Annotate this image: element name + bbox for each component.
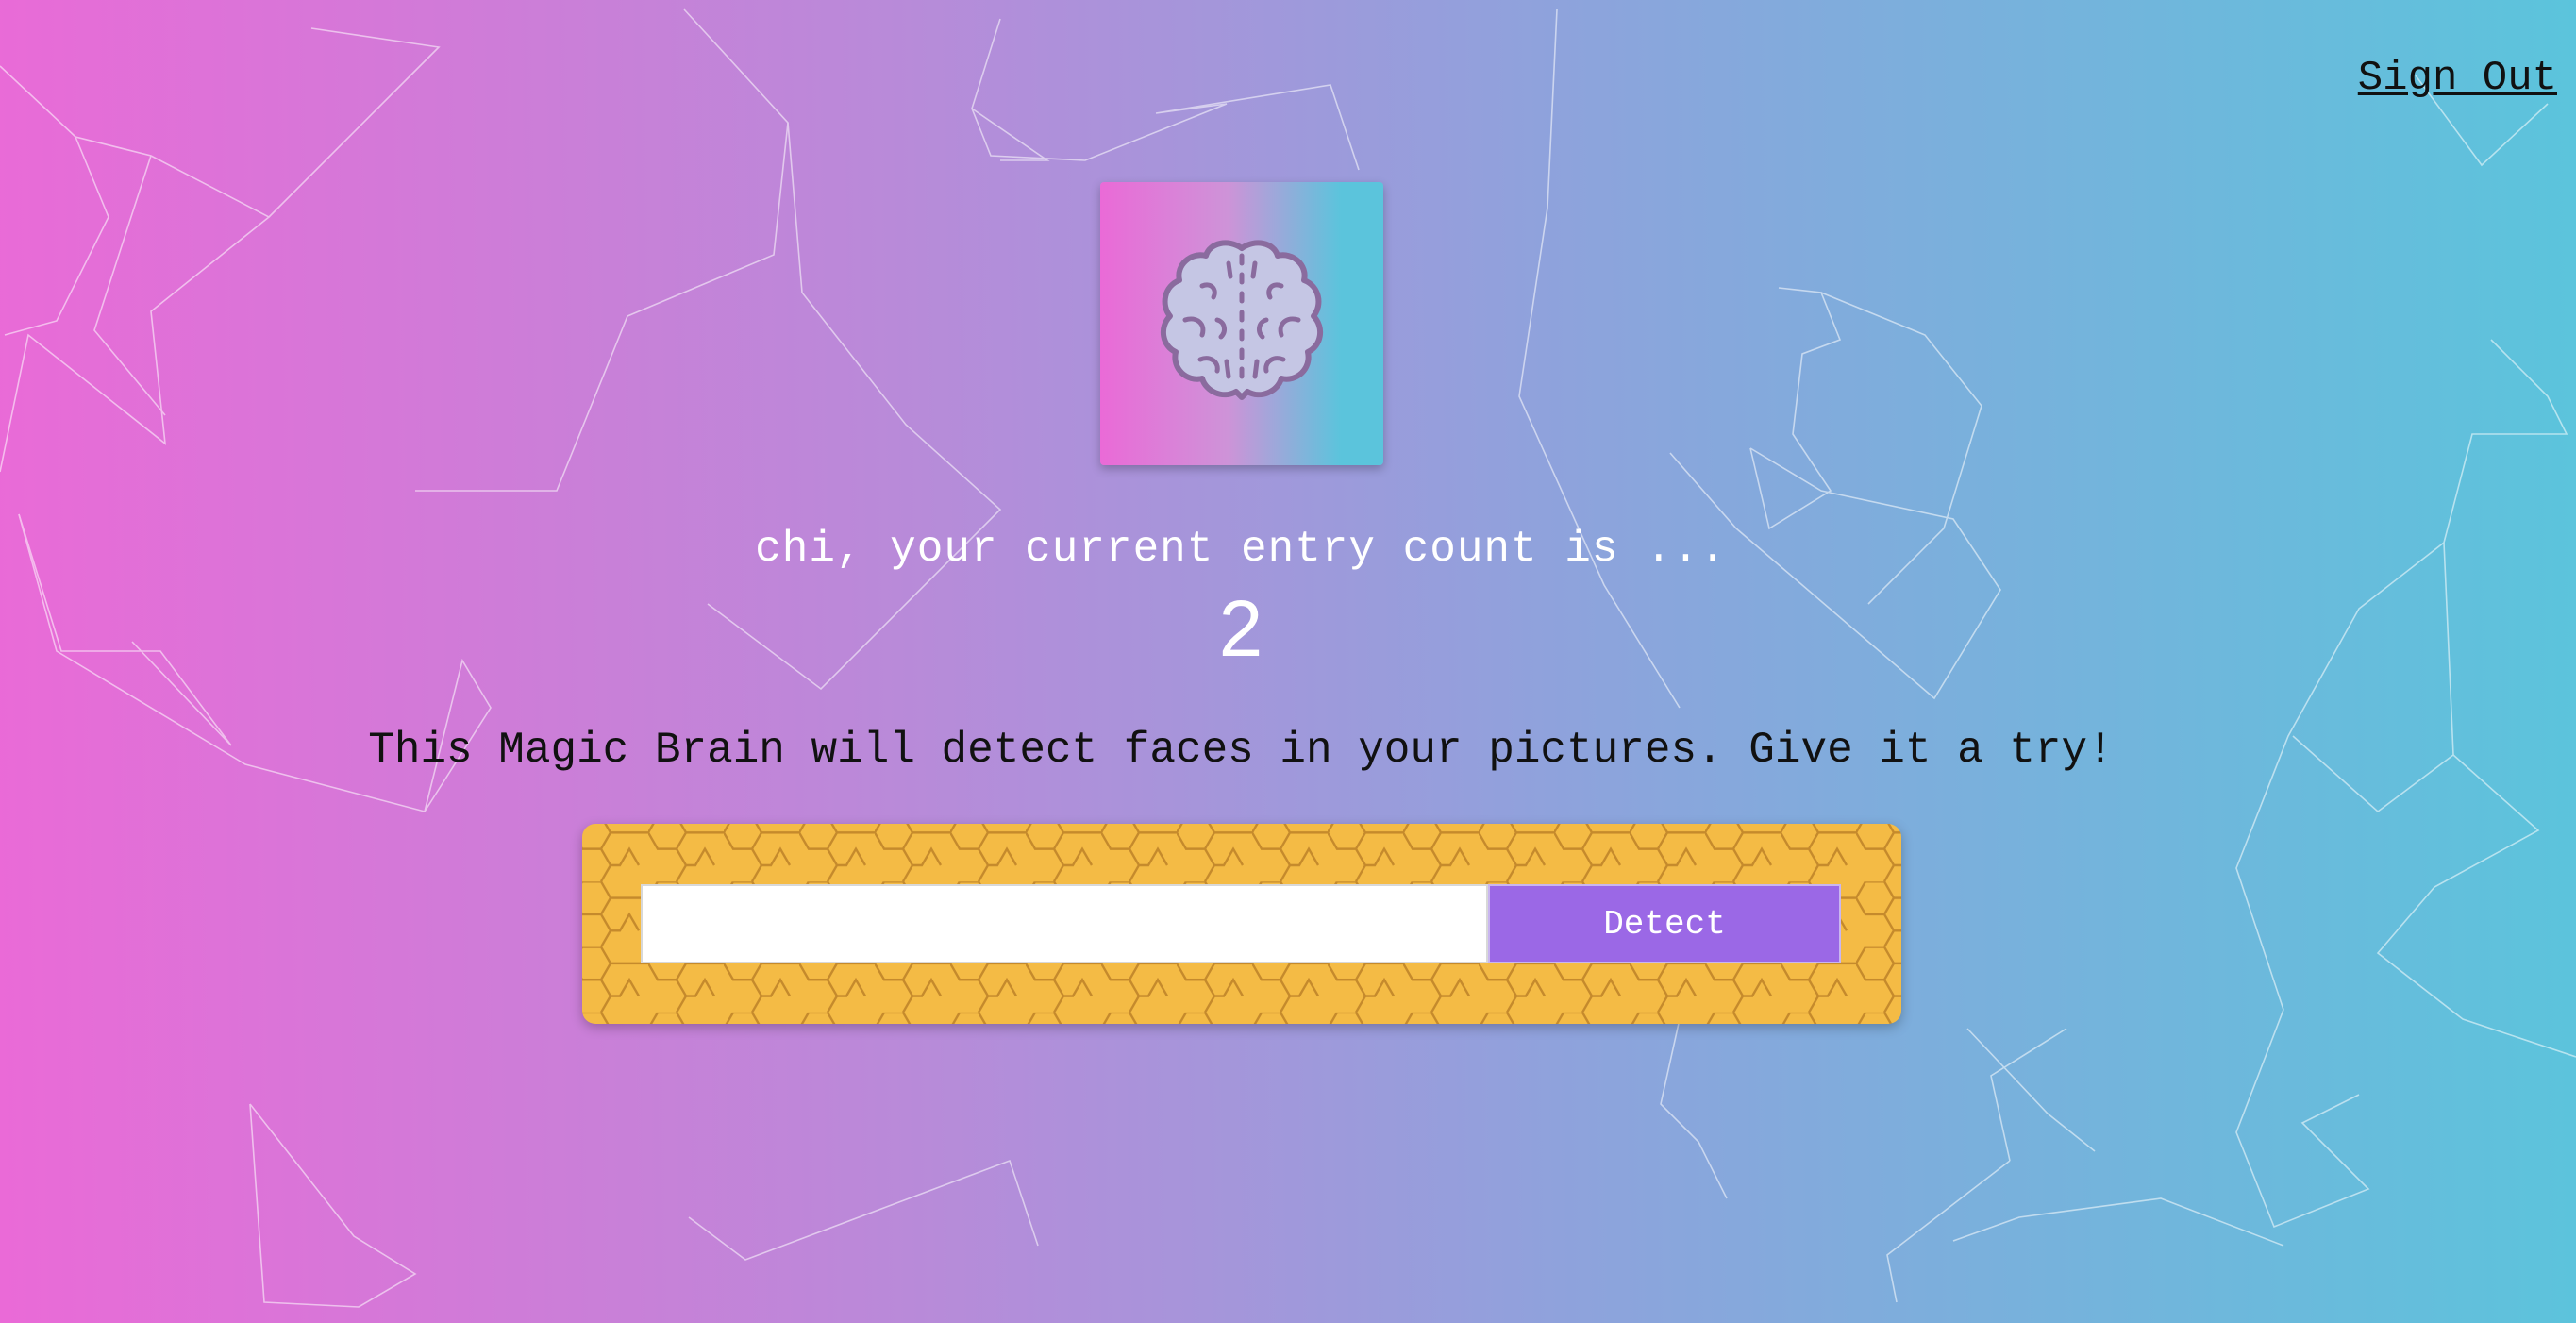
- sign-out-link[interactable]: Sign Out: [2358, 55, 2557, 102]
- brain-icon: [1160, 240, 1324, 400]
- brain-logo-card[interactable]: [1100, 182, 1383, 465]
- entry-count-value: 2: [1218, 584, 1263, 673]
- detect-button[interactable]: Detect: [1488, 884, 1841, 963]
- entry-count-message: chi, your current entry count is ...: [755, 525, 1727, 574]
- app-description: This Magic Brain will detect faces in yo…: [368, 726, 2114, 775]
- image-url-input[interactable]: [641, 884, 1488, 963]
- top-nav: Sign Out: [2358, 55, 2557, 102]
- image-url-form: Detect: [582, 824, 1901, 1024]
